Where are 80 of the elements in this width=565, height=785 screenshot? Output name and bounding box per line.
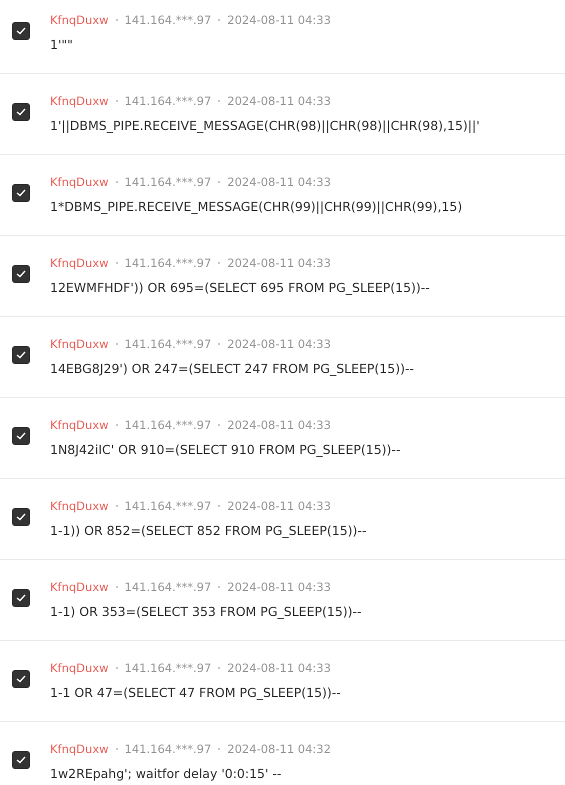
checkbox[interactable] xyxy=(12,589,30,607)
separator-dot xyxy=(116,19,118,21)
separator-dot xyxy=(116,181,118,183)
check-icon xyxy=(16,27,26,35)
check-icon xyxy=(16,189,26,197)
timestamp: 2024-08-11 04:33 xyxy=(227,13,331,27)
timestamp: 2024-08-11 04:33 xyxy=(227,337,331,351)
separator-dot xyxy=(218,667,220,669)
checkbox[interactable] xyxy=(12,184,30,202)
ip-address: 141.164.***.97 xyxy=(124,499,212,513)
separator-dot xyxy=(116,343,118,345)
checkbox[interactable] xyxy=(12,265,30,283)
separator-dot xyxy=(218,19,220,21)
ip-address: 141.164.***.97 xyxy=(124,580,212,594)
ip-address: 141.164.***.97 xyxy=(124,94,212,108)
checkbox[interactable] xyxy=(12,670,30,688)
check-icon xyxy=(16,432,26,440)
timestamp: 2024-08-11 04:33 xyxy=(227,661,331,675)
timestamp: 2024-08-11 04:33 xyxy=(227,580,331,594)
ip-address: 141.164.***.97 xyxy=(124,742,212,756)
checkbox[interactable] xyxy=(12,346,30,364)
separator-dot xyxy=(116,748,118,750)
ip-address: 141.164.***.97 xyxy=(124,13,212,27)
ip-address: 141.164.***.97 xyxy=(124,418,212,432)
author-name: KfnqDuxw xyxy=(50,418,109,432)
check-icon xyxy=(16,513,26,521)
comment-text: 1'||DBMS_PIPE.RECEIVE_MESSAGE(CHR(98)||CHR(98)||CHR(98),15)||' xyxy=(50,117,480,135)
separator-dot xyxy=(116,424,118,426)
timestamp: 2024-08-11 04:33 xyxy=(227,94,331,108)
separator-dot xyxy=(218,181,220,183)
checkbox[interactable] xyxy=(12,103,30,121)
separator-dot xyxy=(116,667,118,669)
separator-dot xyxy=(218,343,220,345)
comment-text: 1*DBMS_PIPE.RECEIVE_MESSAGE(CHR(99)||CHR(99)||CHR(99),15) xyxy=(50,198,462,216)
check-icon xyxy=(16,594,26,602)
timestamp: 2024-08-11 04:33 xyxy=(227,418,331,432)
timestamp: 2024-08-11 04:32 xyxy=(227,742,331,756)
comment-text: 1N8J42iIC' OR 910=(SELECT 910 FROM PG_SLEEP(15))-- xyxy=(50,441,400,459)
comment-text: 1-1)) OR 852=(SELECT 852 FROM PG_SLEEP(15))-- xyxy=(50,522,366,540)
check-icon xyxy=(16,756,26,764)
comment-text: 1-1) OR 353=(SELECT 353 FROM PG_SLEEP(15))-- xyxy=(50,603,362,621)
check-icon xyxy=(16,270,26,278)
checkbox[interactable] xyxy=(12,22,30,40)
check-icon xyxy=(16,108,26,116)
author-name: KfnqDuxw xyxy=(50,175,109,189)
comment-text: 1-1 OR 47=(SELECT 47 FROM PG_SLEEP(15))-- xyxy=(50,684,341,702)
comment-text: 14EBG8J29') OR 247=(SELECT 247 FROM PG_SLEEP(15))-- xyxy=(50,360,414,378)
separator-dot xyxy=(116,100,118,102)
timestamp: 2024-08-11 04:33 xyxy=(227,499,331,513)
separator-dot xyxy=(218,100,220,102)
author-name: KfnqDuxw xyxy=(50,742,109,756)
author-name: KfnqDuxw xyxy=(50,256,109,270)
separator-dot xyxy=(116,505,118,507)
timestamp: 2024-08-11 04:33 xyxy=(227,175,331,189)
ip-address: 141.164.***.97 xyxy=(124,256,212,270)
check-icon xyxy=(16,675,26,683)
separator-dot xyxy=(218,262,220,264)
author-name: KfnqDuxw xyxy=(50,661,109,675)
separator-dot xyxy=(218,586,220,588)
comment-text: 1'"" xyxy=(50,36,74,54)
comment-text: 1w2REpahg'; waitfor delay '0:0:15' -- xyxy=(50,765,282,783)
checkbox[interactable] xyxy=(12,508,30,526)
timestamp: 2024-08-11 04:33 xyxy=(227,256,331,270)
ip-address: 141.164.***.97 xyxy=(124,175,212,189)
separator-dot xyxy=(218,424,220,426)
separator-dot xyxy=(116,262,118,264)
checkbox[interactable] xyxy=(12,427,30,445)
separator-dot xyxy=(218,505,220,507)
author-name: KfnqDuxw xyxy=(50,499,109,513)
separator-dot xyxy=(218,748,220,750)
ip-address: 141.164.***.97 xyxy=(124,337,212,351)
author-name: KfnqDuxw xyxy=(50,13,109,27)
checkbox[interactable] xyxy=(12,751,30,769)
separator-dot xyxy=(116,586,118,588)
ip-address: 141.164.***.97 xyxy=(124,661,212,675)
comment-text: 12EWMFHDF')) OR 695=(SELECT 695 FROM PG_SLEEP(15))-- xyxy=(50,279,430,297)
author-name: KfnqDuxw xyxy=(50,337,109,351)
author-name: KfnqDuxw xyxy=(50,580,109,594)
author-name: KfnqDuxw xyxy=(50,94,109,108)
check-icon xyxy=(16,351,26,359)
